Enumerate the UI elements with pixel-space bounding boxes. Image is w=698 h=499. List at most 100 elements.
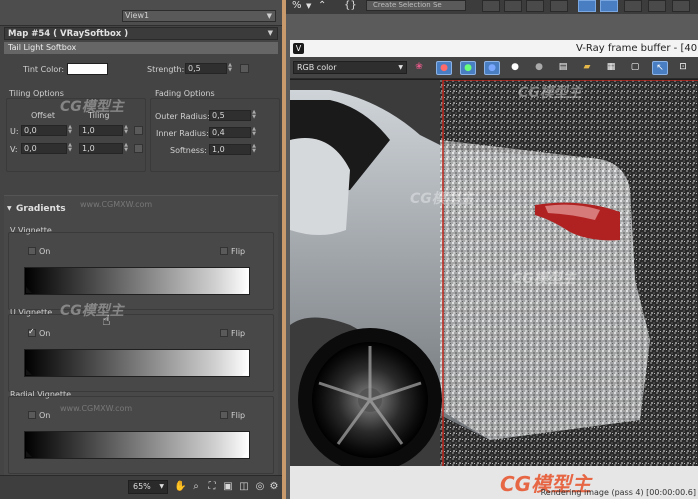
inner-radius-spinner[interactable]: ▲ ▼: [251, 127, 257, 138]
load-image-button[interactable]: ▰: [580, 61, 596, 75]
u-tiling-spinner[interactable]: ▲ ▼: [123, 125, 129, 136]
align-button[interactable]: [504, 0, 522, 12]
radial-vignette-flip-checkbox[interactable]: [220, 411, 228, 419]
render-production-button[interactable]: [672, 0, 690, 12]
clear-image-button[interactable]: ▦: [604, 61, 620, 75]
red-channel-button[interactable]: ●: [436, 61, 452, 75]
u-tiling-field[interactable]: 1,0: [79, 125, 123, 136]
vfb-title-bar[interactable]: V V-Ray frame buffer - [40: [290, 40, 698, 57]
v-vignette-flip-checkbox[interactable]: [220, 247, 228, 255]
alpha-button[interactable]: ●: [508, 61, 524, 75]
v-vignette-on-checkbox[interactable]: [28, 247, 36, 255]
outer-radius-label: Outer Radius:: [155, 112, 210, 121]
u-vignette-gradient-ramp[interactable]: [24, 349, 250, 377]
u-offset-spinner[interactable]: ▲ ▼: [67, 125, 73, 136]
chevron-down-icon: ▼: [267, 29, 273, 37]
edit-named-selection-icon[interactable]: {}: [344, 0, 357, 12]
zoom-extents-icon[interactable]: ▣: [222, 480, 234, 494]
tint-color-swatch[interactable]: [67, 63, 108, 75]
radial-vignette-gradient-ramp[interactable]: [24, 431, 250, 459]
v-offset-spinner[interactable]: ▲ ▼: [67, 143, 73, 154]
tiling-header: Tiling: [88, 111, 110, 120]
material-editor-button[interactable]: [578, 0, 596, 12]
layer-button[interactable]: [526, 0, 544, 12]
clear-icon: ▦: [606, 62, 616, 72]
u-tiling-lock-button[interactable]: [134, 126, 143, 135]
zoom-magnifier-icon[interactable]: ⌕: [190, 480, 202, 494]
percent-snap-icon[interactable]: %: [292, 0, 302, 12]
fading-options-title: Fading Options: [155, 89, 215, 98]
material-editor-panel: View1 ▼ Map #54 ( VRaySoftbox ) ▼ Tail L…: [0, 0, 286, 499]
view-select[interactable]: View1 ▼: [122, 10, 276, 22]
rendered-frame-button[interactable]: [624, 0, 642, 12]
gradient-flag-end-icon[interactable]: [242, 369, 248, 375]
strength-field[interactable]: 0,5: [185, 63, 227, 74]
softness-label: Softness:: [170, 146, 207, 155]
u-vignette-flip-checkbox[interactable]: [220, 329, 228, 337]
strength-spinner[interactable]: ▲ ▼: [227, 63, 233, 74]
outer-radius-spinner[interactable]: ▲ ▼: [251, 110, 257, 121]
viewport-area: % ▼ ⌃ {} Create Selection Se V V-Ray fra…: [286, 0, 698, 499]
inner-radius-field[interactable]: 0,4: [209, 127, 251, 138]
gradient-flag-end-icon[interactable]: [242, 451, 248, 457]
map-title: Map #54 ( VRaySoftbox ): [8, 29, 129, 39]
gradient-flag-start-icon[interactable]: [26, 451, 32, 457]
strength-label: Strength:: [147, 65, 185, 74]
region-render-button[interactable]: ⊡: [676, 61, 692, 75]
rendered-image[interactable]: CG模型主 CG模型主 CG模型主 www.CGMXW.com: [290, 80, 698, 466]
spinner-snap-icon[interactable]: ⌃: [318, 0, 326, 12]
blue-channel-button[interactable]: ●: [484, 61, 500, 75]
chevron-down-icon[interactable]: ▼: [306, 0, 311, 12]
zoom-value: 65%: [133, 482, 151, 491]
strength-map-button[interactable]: [240, 64, 249, 73]
softness-field[interactable]: 1,0: [209, 144, 251, 155]
green-channel-button[interactable]: ●: [460, 61, 476, 75]
vfb-toolbar: RGB color ▼ ❀ ● ● ● ● ● ▤ ▰ ▦ ▢ ↖ ⊡: [290, 57, 698, 79]
mono-button[interactable]: ●: [532, 61, 548, 75]
render-setup-button[interactable]: [600, 0, 618, 12]
collapse-arrow-icon[interactable]: ▼: [7, 205, 12, 212]
blue-channel-icon: ●: [488, 63, 496, 73]
folder-icon: ▰: [583, 62, 591, 72]
gradients-title[interactable]: Gradients: [16, 204, 66, 214]
settings-icon[interactable]: ⚙: [268, 480, 280, 494]
v-vignette-gradient-ramp[interactable]: [24, 267, 250, 295]
view-select-value: View1: [125, 11, 150, 20]
u-vignette-flip-label: Flip: [231, 329, 246, 338]
u-vignette-on-checkbox[interactable]: [28, 327, 36, 337]
radial-vignette-on-checkbox[interactable]: [28, 411, 36, 419]
gradient-flag-end-icon[interactable]: [242, 287, 248, 293]
track-mouse-button[interactable]: ↖: [652, 61, 668, 75]
channel-select[interactable]: RGB color ▼: [293, 61, 407, 74]
v-tiling-field[interactable]: 1,0: [79, 143, 123, 154]
color-picker-button[interactable]: ❀: [412, 61, 428, 75]
vray-frame-buffer-window: V V-Ray frame buffer - [40 RGB color ▼ ❀…: [290, 40, 698, 499]
gradient-flag-start-icon[interactable]: [26, 287, 32, 293]
save-image-button[interactable]: ▤: [556, 61, 572, 75]
viewport-nav-bar: 65% ▼ ✋ ⌕ ⛶ ▣ ◫ ◎ ⚙: [0, 475, 282, 499]
named-selection-field[interactable]: Create Selection Se: [366, 0, 466, 11]
mirror-button[interactable]: [482, 0, 500, 12]
u-offset-field[interactable]: 0,0: [21, 125, 67, 136]
v-tiling-spinner[interactable]: ▲ ▼: [123, 143, 129, 154]
car-body-noisy: [440, 140, 650, 440]
hand-cursor-icon: ☝: [102, 313, 111, 329]
gradient-flag-start-icon[interactable]: [26, 369, 32, 375]
v-tiling-lock-button[interactable]: [134, 144, 143, 153]
v-vignette-flip-label: Flip: [231, 247, 246, 256]
fit-view-icon[interactable]: ◫: [238, 480, 250, 494]
zoom-region-icon[interactable]: ⛶: [206, 480, 218, 494]
v-offset-field[interactable]: 0,0: [21, 143, 67, 154]
scene-explorer-button[interactable]: [550, 0, 568, 12]
outer-radius-field[interactable]: 0,5: [209, 110, 251, 121]
softness-spinner[interactable]: ▲ ▼: [251, 144, 257, 155]
channel-value: RGB color: [297, 63, 337, 72]
zoom-select[interactable]: 65% ▼: [128, 480, 168, 494]
pan-hand-icon[interactable]: ✋: [174, 480, 186, 494]
rollout-header-softbox[interactable]: Tail Light Softbox: [4, 42, 278, 54]
orbit-icon[interactable]: ◎: [254, 480, 266, 494]
render-button[interactable]: [648, 0, 666, 12]
render-status: Rendering image (pass 4) [00:00:00.6]: [540, 488, 696, 497]
duplicate-button[interactable]: ▢: [628, 61, 644, 75]
map-title-bar[interactable]: Map #54 ( VRaySoftbox ) ▼: [4, 27, 278, 40]
